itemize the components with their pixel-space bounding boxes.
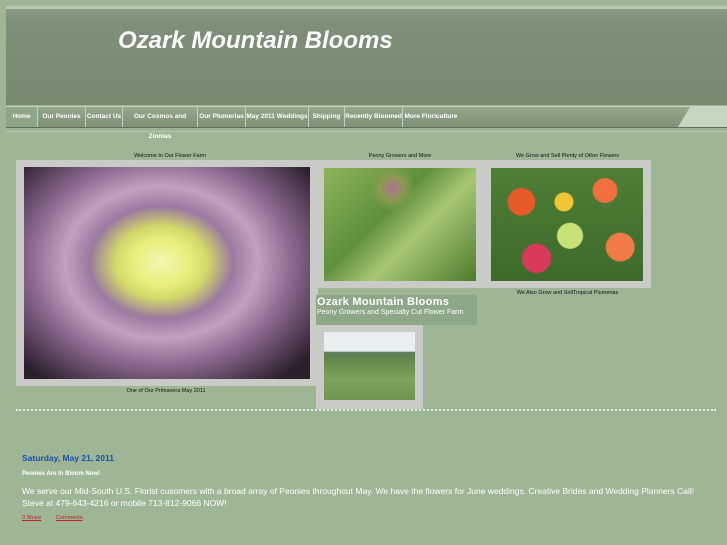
photo-frame-field — [316, 325, 423, 409]
field-photo[interactable] — [324, 332, 415, 400]
zinnia-photo[interactable] — [491, 168, 643, 281]
farm-tagline: Peony Growers and Specialty Cut Flower F… — [317, 309, 464, 316]
caption-other-flowers: We Grow and Sell Plenty of Other Flowers — [515, 153, 620, 159]
post-title[interactable]: Peonies Are In Bloom Now! — [22, 471, 100, 477]
dotted-divider — [16, 409, 716, 411]
nav-plumerias[interactable]: Our Plumerias — [198, 107, 246, 127]
nav-more-floriculture[interactable]: More Floriculture — [403, 107, 459, 127]
caption-welcome: Welcome to Our Flower Farm — [133, 153, 207, 159]
nav-end-tab — [678, 107, 727, 127]
nav-recently-bloomed[interactable]: Recently Bloomed — [345, 107, 403, 127]
post-body: We serve our Mid-South U.S. Florist cuso… — [22, 486, 695, 508]
site-header: Ozark Mountain Blooms — [6, 6, 727, 105]
comments-link[interactable]: Comments — [56, 515, 83, 521]
nav-our-peonies[interactable]: Our Peonies — [38, 107, 86, 127]
nav-cosmos-zinnias[interactable]: Our Cosmos and Zinnias — [123, 107, 198, 140]
nav-may-weddings[interactable]: May 2011 Weddings — [246, 107, 309, 127]
nav-shipping[interactable]: Shipping — [309, 107, 345, 127]
peony-bud-photo[interactable] — [324, 168, 476, 281]
nav-contact-us[interactable]: Contact Us — [86, 107, 123, 127]
farm-title-block: Ozark Mountain Blooms Peony Growers and … — [316, 295, 477, 325]
farm-name: Ozark Mountain Blooms — [317, 296, 450, 308]
caption-plumerias: We Also Grow and SellTropical Plumerias — [516, 290, 619, 296]
photo-frame-peony — [16, 160, 318, 386]
peony-photo[interactable] — [24, 167, 310, 379]
photo-frame-right — [316, 160, 651, 288]
content-top-rule — [6, 131, 727, 132]
nav-home[interactable]: Home — [6, 107, 38, 127]
caption-peony-growers: Peony Growers and More — [368, 153, 432, 159]
post-date: Saturday, May 21, 2011 — [22, 453, 114, 463]
nav-bar: Home Our Peonies Contact Us Our Cosmos a… — [6, 106, 727, 140]
share-link[interactable]: 0 Share — [22, 515, 41, 521]
caption-primavera: One of Our Primavera May 2011 — [126, 388, 206, 394]
site-title[interactable]: Ozark Mountain Blooms — [118, 27, 393, 55]
